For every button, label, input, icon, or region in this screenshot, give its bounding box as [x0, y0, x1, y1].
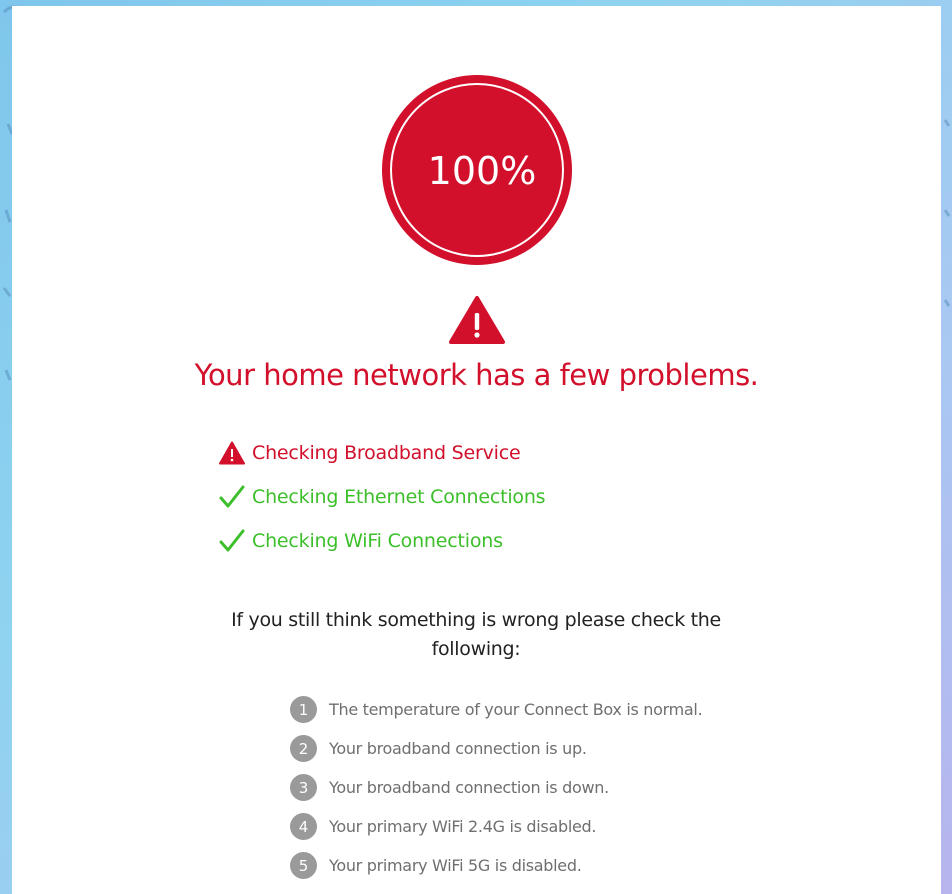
- tip-text: Your primary WiFi 2.4G is disabled.: [329, 817, 597, 836]
- tips-list: 1 The temperature of your Connect Box is…: [290, 690, 810, 885]
- step-number-badge: 3: [290, 774, 317, 801]
- tip-text: Your primary WiFi 5G is disabled.: [329, 856, 582, 875]
- list-item: 2 Your broadband connection is up.: [290, 729, 810, 768]
- list-item: 1 The temperature of your Connect Box is…: [290, 690, 810, 729]
- troubleshoot-hint: If you still think something is wrong pl…: [231, 609, 721, 660]
- tip-text: Your broadband connection is down.: [329, 778, 609, 797]
- progress-circle: 100%: [382, 75, 572, 265]
- progress-circle-inner-ring: 100%: [390, 83, 564, 257]
- check-item-label: Checking WiFi Connections: [252, 530, 503, 552]
- warning-icon: [449, 296, 505, 344]
- step-number-badge: 5: [290, 852, 317, 879]
- status-headline: Your home network has a few problems.: [194, 358, 759, 392]
- step-number-badge: 1: [290, 696, 317, 723]
- diagnostics-panel: 100% Your home network has a few problem…: [12, 6, 941, 894]
- progress-percentage: 100%: [427, 149, 537, 193]
- check-item-label: Checking Broadband Service: [252, 442, 521, 464]
- checkmark-icon: [219, 528, 245, 554]
- step-number-badge: 2: [290, 735, 317, 762]
- tip-text: Your broadband connection is up.: [329, 739, 587, 758]
- check-list: Checking Broadband Service Checking Ethe…: [219, 431, 719, 563]
- warning-icon: [219, 440, 245, 466]
- step-number-badge: 4: [290, 813, 317, 840]
- check-item-ethernet: Checking Ethernet Connections: [219, 475, 719, 519]
- check-item-label: Checking Ethernet Connections: [252, 486, 546, 508]
- list-item: 5 Your primary WiFi 5G is disabled.: [290, 846, 810, 885]
- tip-text: The temperature of your Connect Box is n…: [329, 700, 703, 719]
- check-item-wifi: Checking WiFi Connections: [219, 519, 719, 563]
- checkmark-icon: [219, 484, 245, 510]
- list-item: 4 Your primary WiFi 2.4G is disabled.: [290, 807, 810, 846]
- check-item-broadband: Checking Broadband Service: [219, 431, 719, 475]
- list-item: 3 Your broadband connection is down.: [290, 768, 810, 807]
